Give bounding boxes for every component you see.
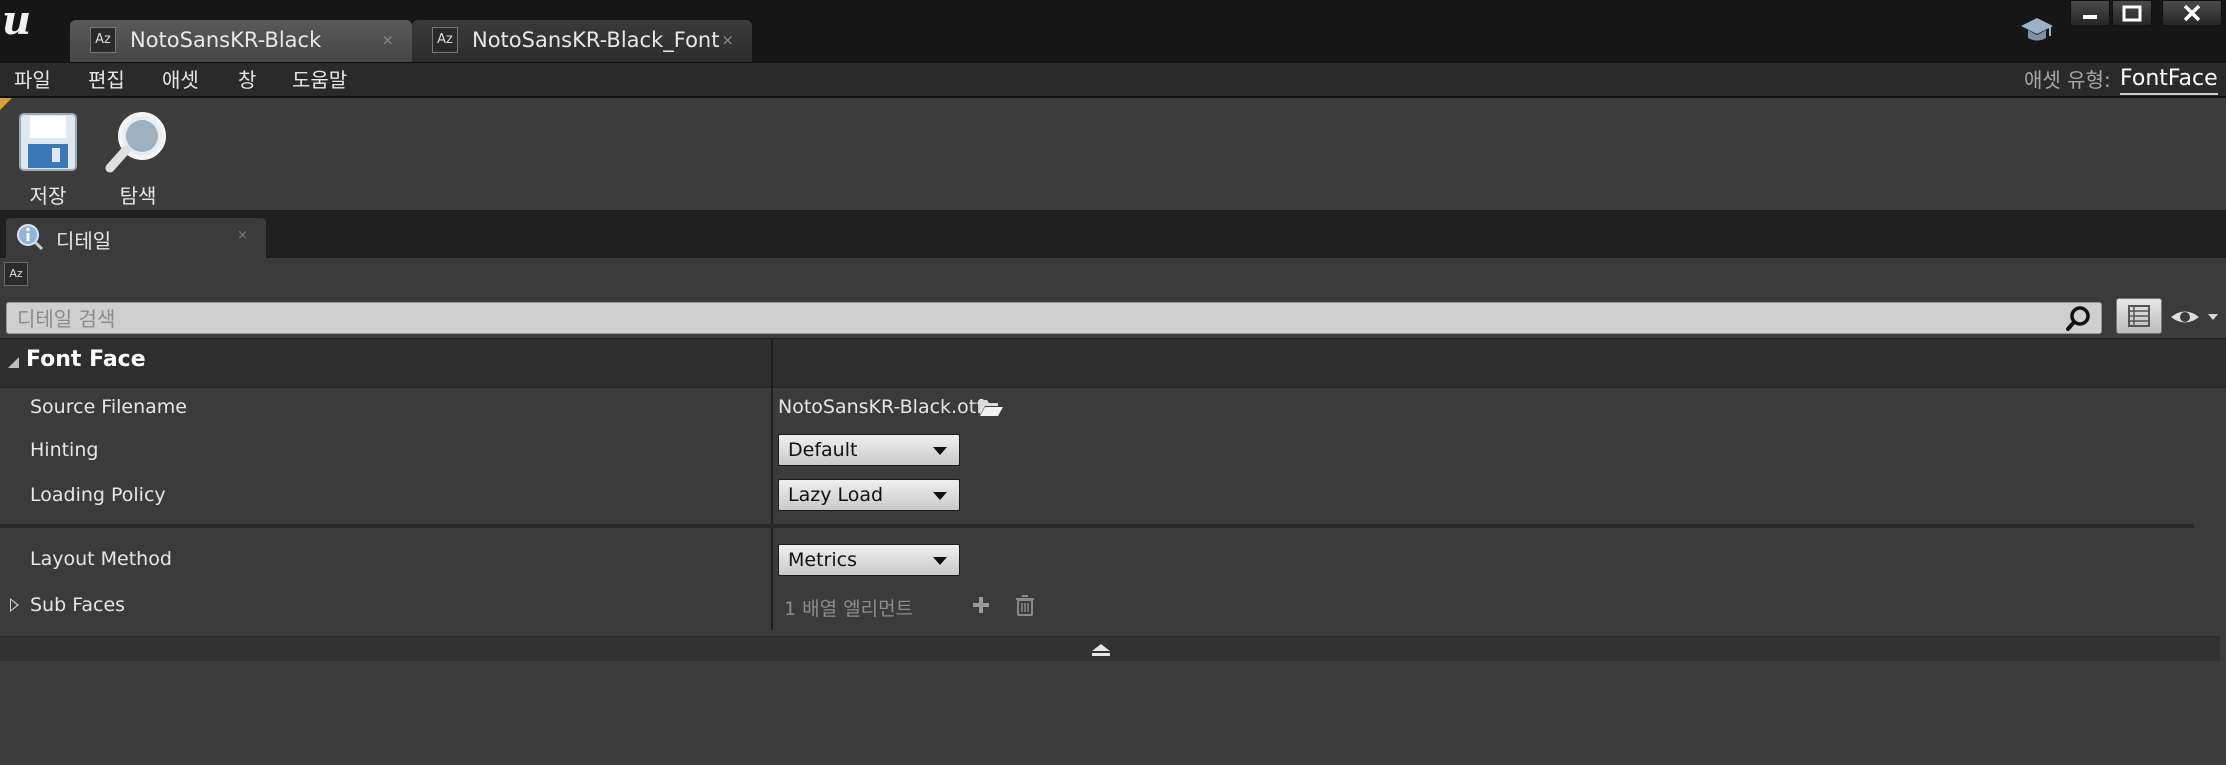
menu-edit[interactable]: 편집 xyxy=(88,67,125,93)
close-window-button[interactable] xyxy=(2162,0,2222,26)
maximize-icon xyxy=(2122,5,2142,22)
maximize-button[interactable] xyxy=(2112,0,2152,26)
details-search-input[interactable] xyxy=(15,305,2059,333)
tab-close-button[interactable]: × xyxy=(721,28,734,52)
property-label-layout-method: Layout Method xyxy=(30,548,172,570)
graduation-cap-icon[interactable] xyxy=(2020,14,2054,44)
menu-asset[interactable]: 애셋 xyxy=(162,67,199,93)
property-label-source-filename: Source Filename xyxy=(30,396,187,418)
chevron-down-icon xyxy=(933,557,947,565)
chevron-down-icon xyxy=(933,447,947,455)
save-label: 저장 xyxy=(29,184,67,208)
category-title: Font Face xyxy=(26,347,146,372)
folder-open-icon[interactable] xyxy=(978,396,1004,418)
source-filename-value: NotoSansKR-Black.otf xyxy=(778,396,983,418)
save-button[interactable]: 저장 xyxy=(8,106,88,208)
trash-icon[interactable] xyxy=(1014,594,1036,616)
details-info-icon xyxy=(17,224,44,251)
property-label-loading-policy: Loading Policy xyxy=(30,484,166,506)
browse-label: 탐색 xyxy=(119,184,157,208)
search-icon[interactable] xyxy=(2065,305,2093,333)
layout-method-dropdown[interactable]: Metrics xyxy=(778,544,960,576)
expand-arrow-icon[interactable] xyxy=(10,598,19,612)
grid-list-icon xyxy=(2128,305,2150,327)
collapse-arrow-icon[interactable] xyxy=(8,357,19,368)
hinting-value: Default xyxy=(788,439,858,461)
font-asset-icon: Az xyxy=(432,27,458,53)
tab-label: NotoSansKR-Black xyxy=(130,28,322,52)
asset-type-link[interactable]: FontFace xyxy=(2120,65,2218,95)
eject-collapse-icon xyxy=(1092,644,1110,656)
details-search-box xyxy=(6,302,2102,334)
tab-noto-sans-kr-black[interactable]: Az NotoSansKR-Black × xyxy=(70,20,412,62)
magnifier-icon xyxy=(105,112,166,173)
sub-faces-array-count: 1 배열 엘리먼트 xyxy=(784,598,914,620)
details-tab-strip: 디테일 × xyxy=(0,210,2226,258)
menu-file[interactable]: 파일 xyxy=(14,67,51,93)
property-label-hinting: Hinting xyxy=(30,439,99,461)
menu-window[interactable]: 창 xyxy=(238,67,256,93)
tab-label: NotoSansKR-Black_Font xyxy=(472,28,720,52)
property-matrix-button[interactable] xyxy=(2116,298,2162,334)
unreal-logo-icon: u xyxy=(2,0,32,44)
close-icon xyxy=(2183,4,2201,22)
collapse-panel-bar[interactable] xyxy=(0,636,2220,661)
visibility-eye-icon[interactable] xyxy=(2168,304,2222,330)
property-label-sub-faces: Sub Faces xyxy=(30,594,126,616)
tab-noto-sans-kr-black-font[interactable]: Az NotoSansKR-Black_Font × xyxy=(412,20,752,62)
details-tab-close-button[interactable]: × xyxy=(237,228,248,243)
menu-help[interactable]: 도움말 xyxy=(292,67,347,93)
column-divider[interactable] xyxy=(771,338,773,630)
category-font-face[interactable]: Font Face xyxy=(0,338,2226,388)
asset-type-label: 애셋 유형: xyxy=(2024,68,2111,92)
chevron-down-icon xyxy=(933,492,947,500)
menu-bar: 파일 편집 애셋 창 도움말 애셋 유형: FontFace xyxy=(0,62,2226,98)
sort-alphabetical-icon[interactable]: Az xyxy=(4,262,28,286)
tab-close-button[interactable]: × xyxy=(381,28,394,52)
tab-details[interactable]: 디테일 × xyxy=(6,218,266,258)
layout-method-value: Metrics xyxy=(788,549,857,571)
corner-accent xyxy=(0,98,12,110)
loading-policy-dropdown[interactable]: Lazy Load xyxy=(778,479,960,511)
section-separator xyxy=(0,524,2194,528)
loading-policy-value: Lazy Load xyxy=(788,484,884,506)
save-icon xyxy=(19,113,77,171)
add-element-icon[interactable] xyxy=(970,594,992,616)
minimize-button[interactable] xyxy=(2070,0,2110,26)
minimize-icon xyxy=(2083,15,2097,19)
hinting-dropdown[interactable]: Default xyxy=(778,434,960,466)
browse-button[interactable]: 탐색 xyxy=(98,106,178,208)
toolbar: 저장 탐색 xyxy=(0,98,2226,210)
title-bar: u Az NotoSansKR-Black × Az NotoSansKR-Bl… xyxy=(0,0,2226,62)
details-tab-label: 디테일 xyxy=(56,229,112,253)
font-asset-icon: Az xyxy=(90,27,116,53)
